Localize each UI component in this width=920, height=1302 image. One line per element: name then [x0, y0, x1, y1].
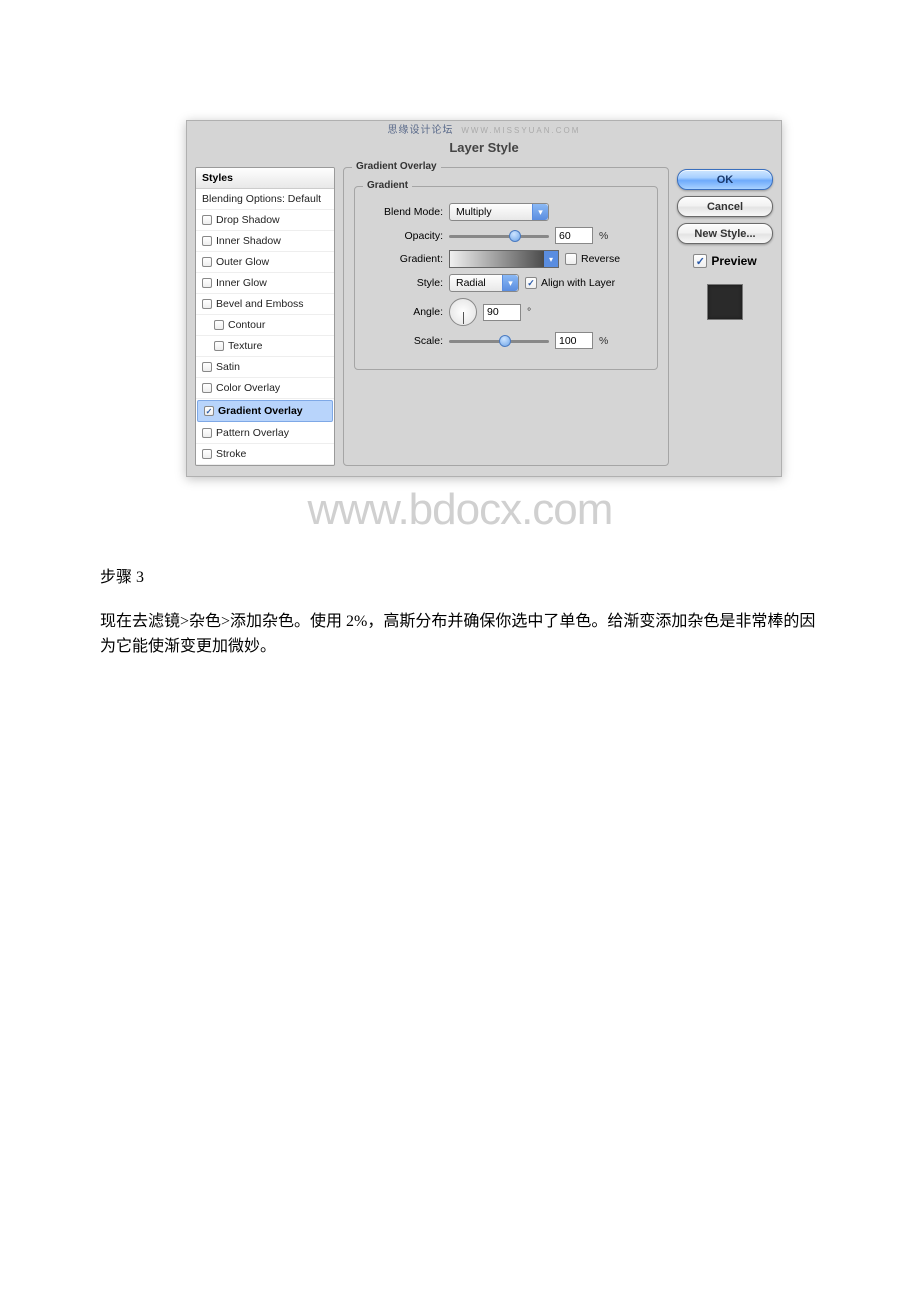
sidebar-item-bevel-and-emboss[interactable]: Bevel and Emboss	[196, 294, 334, 315]
preview-swatch	[707, 284, 743, 320]
article-text: 步骤 3 现在去滤镜>杂色>添加杂色。使用 2%，高斯分布并确保你选中了单色。给…	[100, 565, 820, 660]
sidebar-item-label: Outer Glow	[216, 256, 269, 268]
opacity-label: Opacity:	[365, 230, 443, 242]
step-heading: 步骤 3	[100, 565, 820, 591]
sidebar-item-label: Gradient Overlay	[218, 405, 303, 417]
blend-mode-value: Multiply	[456, 206, 492, 218]
angle-label: Angle:	[365, 306, 443, 318]
reverse-checkbox[interactable]: Reverse	[565, 253, 620, 265]
sidebar-item-label: Drop Shadow	[216, 214, 280, 226]
sidebar-item-label: Texture	[228, 340, 262, 352]
new-style-button[interactable]: New Style...	[677, 223, 773, 244]
sidebar-item-color-overlay[interactable]: Color Overlay	[196, 378, 334, 399]
angle-dial[interactable]	[449, 298, 477, 326]
checkbox-icon[interactable]	[202, 299, 212, 309]
angle-unit: °	[527, 306, 531, 318]
sidebar-item-label: Inner Shadow	[216, 235, 281, 247]
scale-unit: %	[599, 335, 608, 347]
sidebar-blending-options[interactable]: Blending Options: Default	[196, 189, 334, 210]
scale-field[interactable]	[555, 332, 593, 349]
checkbox-icon[interactable]	[202, 449, 212, 459]
step-body: 现在去滤镜>杂色>添加杂色。使用 2%，高斯分布并确保你选中了单色。给渐变添加杂…	[100, 609, 820, 660]
preview-checkbox[interactable]: ✓ Preview	[677, 254, 773, 268]
layer-style-dialog: 思缘设计论坛 WWW.MISSYUAN.COM Layer Style Styl…	[186, 120, 782, 477]
sidebar-header[interactable]: Styles	[196, 168, 334, 189]
group-label-outer: Gradient Overlay	[352, 161, 441, 172]
chevron-down-icon[interactable]: ▾	[544, 251, 558, 267]
watermark-cn: 思缘设计论坛	[388, 125, 454, 136]
sidebar-item-label: Contour	[228, 319, 265, 331]
checkbox-icon[interactable]	[202, 236, 212, 246]
dialog-buttons: OK Cancel New Style... ✓ Preview	[677, 167, 773, 466]
checkbox-icon[interactable]	[202, 257, 212, 267]
sidebar-item-outer-glow[interactable]: Outer Glow	[196, 252, 334, 273]
gradient-group: Gradient Blend Mode: Multiply ▾ Opacity:	[354, 186, 658, 370]
gradient-swatch[interactable]: ▾	[449, 250, 559, 268]
checkbox-icon[interactable]	[202, 428, 212, 438]
blend-mode-select[interactable]: Multiply ▾	[449, 203, 549, 221]
sidebar-item-texture[interactable]: Texture	[196, 336, 334, 357]
sidebar-item-label: Bevel and Emboss	[216, 298, 304, 310]
checkbox-icon: ✓	[693, 254, 707, 268]
watermark-url: WWW.MISSYUAN.COM	[461, 126, 580, 135]
ok-button[interactable]: OK	[677, 169, 773, 190]
sidebar-item-inner-glow[interactable]: Inner Glow	[196, 273, 334, 294]
caret-icon: ▾	[532, 204, 548, 220]
opacity-field[interactable]	[555, 227, 593, 244]
opacity-unit: %	[599, 230, 608, 242]
sidebar-item-pattern-overlay[interactable]: Pattern Overlay	[196, 423, 334, 444]
sidebar-item-gradient-overlay[interactable]: ✓ Gradient Overlay	[197, 400, 333, 422]
sidebar-item-label: Pattern Overlay	[216, 427, 289, 439]
opacity-slider[interactable]	[449, 229, 549, 243]
dialog-title: Layer Style	[187, 140, 781, 155]
checkbox-icon[interactable]	[214, 320, 224, 330]
checkbox-icon[interactable]: ✓	[204, 406, 214, 416]
watermark-top: 思缘设计论坛 WWW.MISSYUAN.COM	[187, 121, 781, 136]
style-select[interactable]: Radial ▾	[449, 274, 519, 292]
sidebar-item-label: Color Overlay	[216, 382, 280, 394]
angle-field[interactable]	[483, 304, 521, 321]
checkbox-icon[interactable]	[202, 278, 212, 288]
sidebar-item-label: Satin	[216, 361, 240, 373]
sidebar-item-inner-shadow[interactable]: Inner Shadow	[196, 231, 334, 252]
reverse-label: Reverse	[581, 253, 620, 265]
preview-label: Preview	[711, 254, 756, 268]
blend-mode-label: Blend Mode:	[365, 206, 443, 218]
sidebar-item-contour[interactable]: Contour	[196, 315, 334, 336]
checkbox-icon: ✓	[525, 277, 537, 289]
cancel-button[interactable]: Cancel	[677, 196, 773, 217]
sidebar-item-satin[interactable]: Satin	[196, 357, 334, 378]
scale-label: Scale:	[365, 335, 443, 347]
styles-sidebar: Styles Blending Options: Default Drop Sh…	[195, 167, 335, 466]
checkbox-icon[interactable]	[202, 362, 212, 372]
style-value: Radial	[456, 277, 486, 289]
style-label: Style:	[365, 277, 443, 289]
align-with-layer-checkbox[interactable]: ✓ Align with Layer	[525, 277, 615, 289]
checkbox-icon	[565, 253, 577, 265]
checkbox-icon[interactable]	[202, 383, 212, 393]
sidebar-item-label: Stroke	[216, 448, 246, 460]
sidebar-item-label: Inner Glow	[216, 277, 267, 289]
scale-slider[interactable]	[449, 334, 549, 348]
sidebar-item-stroke[interactable]: Stroke	[196, 444, 334, 465]
gradient-label: Gradient:	[365, 253, 443, 265]
page-watermark: www.bdocx.com	[0, 485, 920, 535]
gradient-overlay-group: Gradient Overlay Gradient Blend Mode: Mu…	[343, 167, 669, 466]
sidebar-item-label: Blending Options: Default	[202, 193, 321, 205]
checkbox-icon[interactable]	[202, 215, 212, 225]
group-label-inner: Gradient	[363, 180, 412, 191]
sidebar-item-drop-shadow[interactable]: Drop Shadow	[196, 210, 334, 231]
checkbox-icon[interactable]	[214, 341, 224, 351]
align-label: Align with Layer	[541, 277, 615, 289]
caret-icon: ▾	[502, 275, 518, 291]
